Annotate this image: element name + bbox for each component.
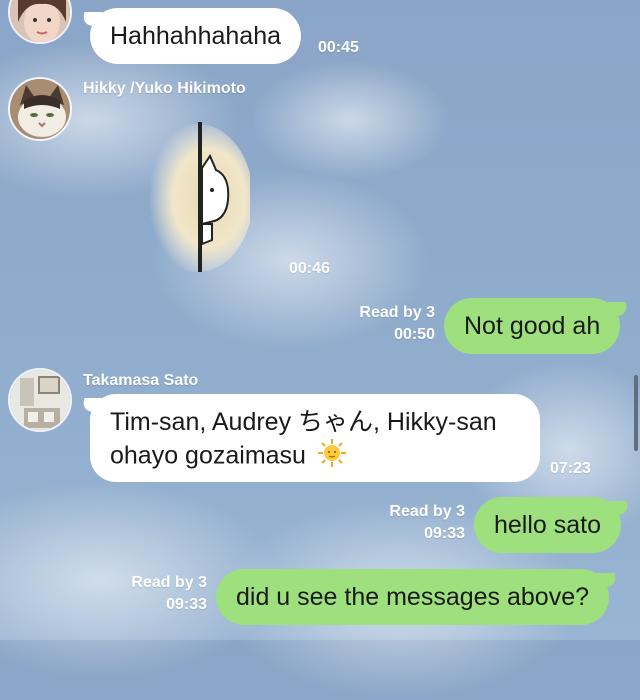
message-text: did u see the messages above? <box>236 583 590 611</box>
woman-avatar-icon <box>10 0 70 42</box>
chat-area: Hahhahhahaha 00:45 Hikky /Yuko Hikimoto <box>0 0 640 640</box>
sender-name: Takamasa Sato <box>83 372 199 389</box>
message-text: hello sato <box>494 511 602 539</box>
message-bubble-outgoing[interactable]: Not good ah <box>444 298 621 354</box>
message-read-status: Read by 3 09:33 <box>131 572 207 616</box>
sender-name: Hikky /Yuko Hikimoto <box>83 80 246 97</box>
room-photo-avatar-icon <box>10 370 70 430</box>
message-read-status: Read by 3 09:33 <box>389 501 465 545</box>
message-time: 00:45 <box>318 39 359 56</box>
cat-peeking-sticker-icon[interactable] <box>140 120 253 275</box>
message-bubble-incoming[interactable]: Tim-san, Audrey ちゃん, Hikky-san ohayo goz… <box>90 394 540 482</box>
read-receipt: Read by 3 <box>359 304 435 321</box>
message-time: 00:50 <box>394 326 435 343</box>
message-text-line-2-text: ohayo gozaimasu <box>110 441 306 470</box>
sun-emoji-icon <box>317 438 347 476</box>
avatar-user-1[interactable] <box>8 0 72 44</box>
scrollbar[interactable] <box>634 375 638 451</box>
message-text-line-1: Tim-san, Audrey ちゃん, Hikky-san <box>110 408 497 436</box>
message-time: 00:46 <box>289 260 330 277</box>
message-text-line-2: ohayo gozaimasu <box>110 438 520 476</box>
message-text: Hahhahhahaha <box>110 22 281 50</box>
message-bubble-outgoing[interactable]: hello sato <box>474 497 622 553</box>
read-receipt: Read by 3 <box>389 503 465 520</box>
cat-avatar-icon <box>10 79 70 139</box>
read-receipt: Read by 3 <box>131 574 207 591</box>
avatar-takamasa-sato[interactable] <box>8 368 72 432</box>
message-time: 09:33 <box>424 525 465 542</box>
message-bubble-incoming[interactable]: Hahhahhahaha <box>90 8 301 64</box>
message-text: Not good ah <box>464 312 601 340</box>
message-bubble-outgoing[interactable]: did u see the messages above? <box>216 569 610 625</box>
message-read-status: Read by 3 00:50 <box>359 302 435 346</box>
message-time: 09:33 <box>166 596 207 613</box>
message-time: 07:23 <box>550 460 591 477</box>
avatar-hikky[interactable] <box>8 77 72 141</box>
